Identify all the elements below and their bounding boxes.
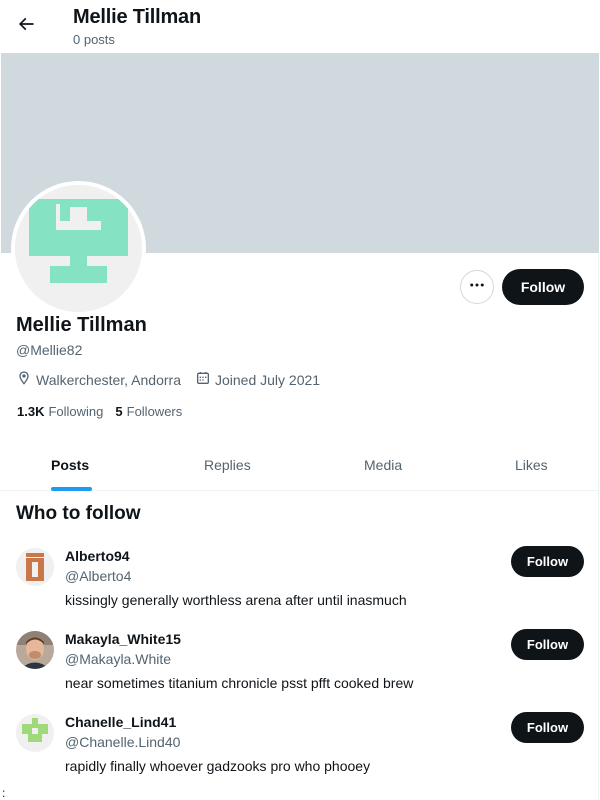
tab-likes[interactable]: Likes xyxy=(515,439,548,491)
avatar[interactable] xyxy=(16,714,54,752)
profile-meta: Walkerchester, Andorra Joined July 2021 xyxy=(16,370,334,389)
joined-text: Joined July 2021 xyxy=(215,371,321,388)
follow-button[interactable]: Follow xyxy=(511,546,584,577)
profile-page: Mellie Tillman 0 posts Follow Mellie Til… xyxy=(0,0,599,800)
location-pin-icon xyxy=(16,370,36,389)
list-item[interactable]: Alberto94 @Alberto4 kissingly generally … xyxy=(0,546,599,631)
followers-count: 5 xyxy=(115,404,123,419)
tab-replies[interactable]: Replies xyxy=(204,439,251,491)
identicon-avatar xyxy=(16,548,54,586)
location-item: Walkerchester, Andorra xyxy=(16,370,181,389)
profile-avatar-frame[interactable] xyxy=(11,181,146,316)
profile-avatar xyxy=(15,185,142,312)
tab-media[interactable]: Media xyxy=(364,439,402,491)
suggestion-name[interactable]: Alberto94 xyxy=(65,548,130,564)
identicon-avatar xyxy=(15,185,142,312)
post-count: 0 posts xyxy=(73,32,115,47)
avatar[interactable] xyxy=(16,631,54,669)
more-options-button[interactable] xyxy=(460,270,494,304)
profile-display-name: Mellie Tillman xyxy=(16,314,147,336)
tab-posts[interactable]: Posts xyxy=(51,439,89,491)
suggestion-bio: near sometimes titanium chronicle psst p… xyxy=(65,675,414,691)
following-label: Following xyxy=(48,404,104,419)
suggestion-bio: kissingly generally worthless arena afte… xyxy=(65,592,407,608)
calendar-icon xyxy=(195,370,215,389)
suggestion-name[interactable]: Makayla_White15 xyxy=(65,631,181,647)
top-bar: Mellie Tillman 0 posts xyxy=(0,0,599,53)
following-count: 1.3K xyxy=(17,404,45,419)
follow-button[interactable]: Follow xyxy=(511,629,584,660)
identicon-avatar xyxy=(16,714,54,752)
list-item[interactable]: Chanelle_Lind41 @Chanelle.Lind40 rapidly… xyxy=(0,712,599,797)
arrow-left-icon xyxy=(16,14,36,39)
suggestion-handle: @Makayla.White xyxy=(65,651,172,667)
person-photo-avatar xyxy=(16,631,54,669)
list-item[interactable]: Makayla_White15 @Makayla.White near some… xyxy=(0,629,599,714)
following-link[interactable]: 1.3K Following xyxy=(17,404,103,419)
profile-handle: @Mellie82 xyxy=(16,342,83,358)
follow-stats: 1.3K Following 5 Followers xyxy=(17,404,194,419)
joined-item: Joined July 2021 xyxy=(195,370,320,389)
back-button[interactable] xyxy=(8,8,44,44)
follow-button[interactable]: Follow xyxy=(502,269,584,305)
active-tab-indicator xyxy=(51,487,92,491)
suggestion-bio: rapidly finally whoever gadzooks pro who… xyxy=(65,758,371,774)
stray-text: : xyxy=(2,786,6,800)
follow-button[interactable]: Follow xyxy=(511,712,584,743)
page-title: Mellie Tillman xyxy=(73,6,201,28)
suggestion-name[interactable]: Chanelle_Lind41 xyxy=(65,714,176,730)
followers-link[interactable]: 5 Followers xyxy=(115,404,182,419)
location-text: Walkerchester, Andorra xyxy=(36,371,181,388)
avatar[interactable] xyxy=(16,548,54,586)
suggestion-handle: @Alberto4 xyxy=(65,568,132,584)
suggestion-handle: @Chanelle.Lind40 xyxy=(65,734,181,750)
more-horizontal-icon xyxy=(468,276,486,299)
followers-label: Followers xyxy=(126,404,183,419)
profile-tabs: Posts Replies Media Likes xyxy=(0,439,599,491)
who-to-follow-title: Who to follow xyxy=(16,503,141,524)
